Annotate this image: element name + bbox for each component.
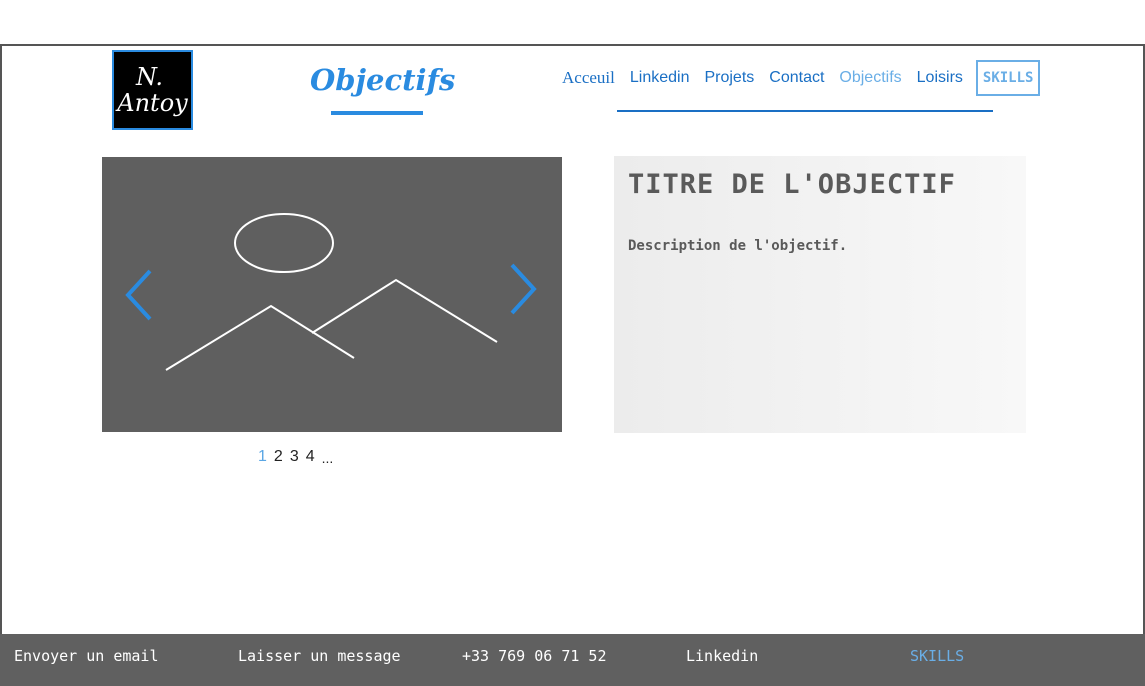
nav-underline	[617, 110, 993, 112]
footer: Envoyer un email Laisser un message +33 …	[0, 634, 1145, 686]
nav-link-contact[interactable]: Contact	[769, 69, 824, 87]
footer-message-link[interactable]: Laisser un message	[238, 647, 401, 665]
footer-phone-link[interactable]: +33 769 06 71 52	[462, 647, 607, 665]
objective-title: TITRE DE L'OBJECTIF	[628, 169, 956, 200]
nav-link-loisirs[interactable]: Loisirs	[917, 69, 963, 87]
logo-line-2: Antoy	[117, 89, 188, 117]
site-logo[interactable]: N. Antoy	[112, 50, 193, 130]
image-placeholder-icon	[165, 213, 498, 371]
logo-line-1: N.	[135, 63, 164, 91]
footer-email-link[interactable]: Envoyer un email	[14, 647, 159, 665]
page-link-4[interactable]: 4	[306, 448, 315, 466]
carousel-prev-arrow-icon[interactable]	[120, 265, 156, 325]
footer-linkedin-link[interactable]: Linkedin	[686, 647, 758, 665]
objective-description: Description de l'objectif.	[628, 238, 848, 254]
nav-link-objectifs[interactable]: Objectifs	[839, 69, 901, 87]
nav-link-projets[interactable]: Projets	[704, 69, 754, 87]
page-link-1[interactable]: 1	[258, 448, 267, 466]
main-nav: Acceuil Linkedin Projets Contact Objecti…	[562, 60, 1041, 96]
nav-link-acceuil[interactable]: Acceuil	[562, 68, 615, 88]
carousel-pagination: 1 2 3 4 ...	[258, 448, 340, 466]
nav-link-linkedin[interactable]: Linkedin	[630, 69, 690, 87]
objective-panel: TITRE DE L'OBJECTIF Description de l'obj…	[614, 156, 1026, 433]
page-link-2[interactable]: 2	[274, 448, 283, 466]
carousel-next-arrow-icon[interactable]	[504, 259, 540, 319]
nav-skills-button[interactable]: SKILLS	[975, 60, 1041, 96]
page-title: Objectifs	[310, 63, 456, 97]
page-link-3[interactable]: 3	[290, 448, 299, 466]
page-title-underline	[331, 111, 423, 115]
page-link-more[interactable]: ...	[322, 450, 334, 466]
image-carousel	[102, 157, 562, 432]
footer-skills-link[interactable]: SKILLS	[910, 647, 964, 665]
